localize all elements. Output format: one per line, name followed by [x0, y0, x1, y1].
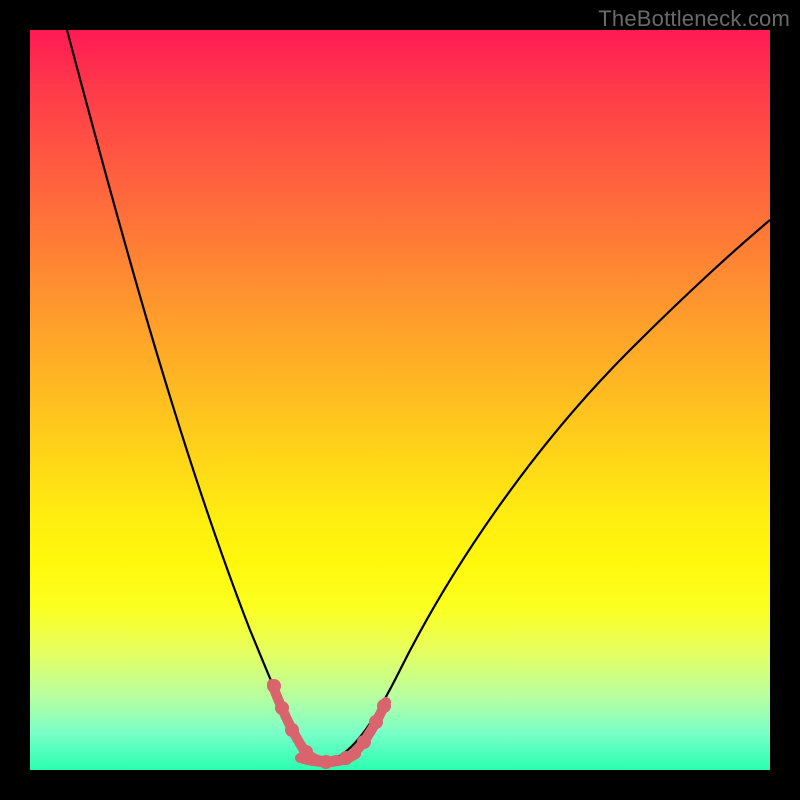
highlight-dot: [299, 745, 313, 759]
chart-frame: TheBottleneck.com: [0, 0, 800, 800]
highlight-dot: [319, 755, 333, 769]
highlight-dot: [275, 701, 289, 715]
bottleneck-curve: [67, 30, 770, 760]
highlight-dot: [285, 723, 299, 737]
highlight-dot: [339, 751, 353, 765]
chart-svg: [30, 30, 770, 770]
highlight-dot: [357, 735, 371, 749]
highlight-dot: [377, 699, 391, 713]
highlight-dot: [267, 679, 281, 693]
plot-area: [30, 30, 770, 770]
highlight-dot: [369, 715, 383, 729]
watermark-text: TheBottleneck.com: [598, 6, 790, 32]
